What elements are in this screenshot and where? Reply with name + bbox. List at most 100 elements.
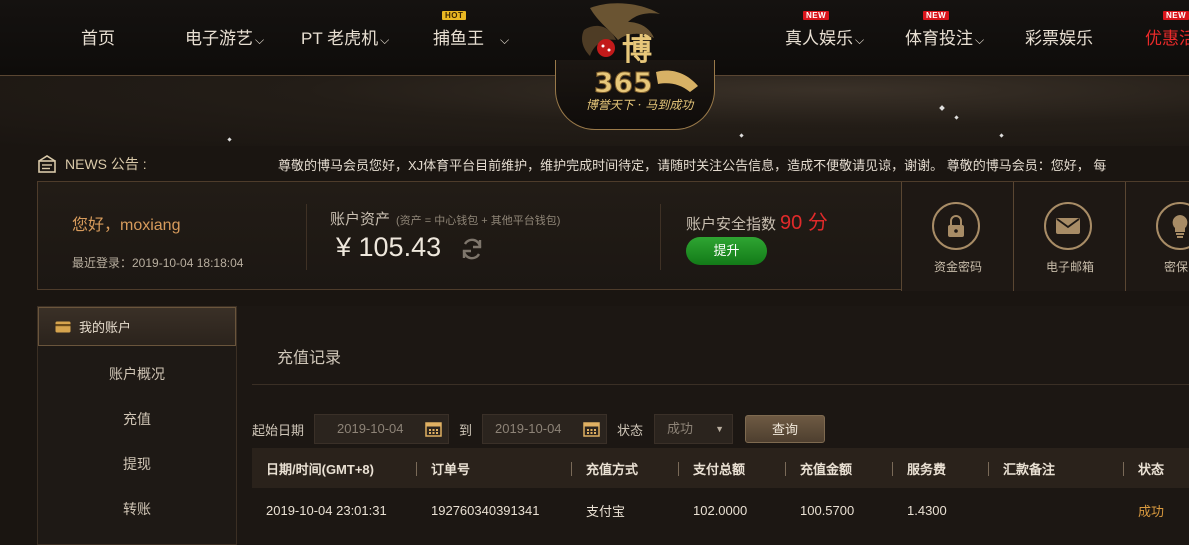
column-header-remark: 汇款备注 bbox=[989, 448, 1124, 488]
nav-lottery[interactable]: 彩票娱乐 bbox=[1025, 24, 1093, 49]
nav-live-casino-label: 真人娱乐 bbox=[785, 29, 853, 48]
dragon-logo-icon: 博 365 bbox=[582, 3, 698, 100]
column-header-method: 充值方式 bbox=[572, 448, 679, 488]
deposit-records-panel: 充值记录 起始日期 2019-10-04 到 2019-10-04 状态 成功 … bbox=[237, 306, 1189, 545]
mail-icon bbox=[1056, 218, 1080, 234]
security-score: 90 分 bbox=[780, 212, 828, 234]
hot-badge: HOT bbox=[442, 11, 467, 20]
end-date-input[interactable]: 2019-10-04 bbox=[482, 414, 608, 444]
chevron-down-icon: ⌵ bbox=[500, 33, 510, 47]
tool-circle bbox=[932, 202, 980, 250]
tool-label: 资金密码 bbox=[933, 260, 982, 274]
asset-title-text: 账户资产 bbox=[330, 211, 391, 228]
lock-icon bbox=[948, 215, 964, 237]
email-tool[interactable]: 电子邮箱 bbox=[1013, 182, 1125, 291]
nav-sports[interactable]: 体育投注 ⌵ bbox=[905, 24, 984, 49]
start-date-label: 起始日期 bbox=[252, 422, 305, 438]
table-header-row: 日期/时间(GMT+8) 订单号 充值方式 支付总额 充值金额 服务费 汇款备注… bbox=[252, 448, 1189, 488]
account-sidebar: 我的账户 账户概况 充值 提现 转账 bbox=[37, 306, 237, 545]
sidebar-item-overview[interactable]: 账户概况 bbox=[38, 352, 236, 397]
security-question-tool[interactable]: 密保问 bbox=[1125, 182, 1189, 291]
nav-promotions-label: 优惠活 bbox=[1145, 29, 1189, 48]
chevron-down-icon: ⌵ bbox=[855, 33, 865, 47]
nav-lottery-label: 彩票娱乐 bbox=[1025, 29, 1093, 48]
security-index: 账户安全指数 90 分 bbox=[686, 206, 828, 235]
cell-service-fee: 1.4300 bbox=[907, 502, 947, 518]
deposit-records-table: 日期/时间(GMT+8) 订单号 充值方式 支付总额 充值金额 服务费 汇款备注… bbox=[252, 448, 1189, 532]
nav-home-label: 首页 bbox=[81, 29, 115, 48]
last-login: 最近登录：2019-10-04 18:18:04 bbox=[72, 256, 244, 270]
calendar-icon[interactable] bbox=[425, 421, 442, 437]
tool-circle bbox=[1044, 202, 1092, 250]
card-icon bbox=[55, 321, 71, 332]
svg-text:365: 365 bbox=[594, 66, 652, 99]
nav-fishing-label: 捕鱼王 bbox=[433, 29, 484, 48]
sparkle-icon bbox=[227, 137, 232, 142]
column-header-order-id: 订单号 bbox=[417, 448, 572, 488]
fund-password-tool[interactable]: 资金密码 bbox=[901, 182, 1013, 291]
nav-pt-slots-label: PT 老虎机 bbox=[301, 29, 379, 48]
chevron-down-icon: ⌵ bbox=[380, 33, 390, 47]
table-row: 2019-10-04 23:01:31 192760340391341 支付宝 … bbox=[252, 488, 1189, 532]
tool-label: 密保问 bbox=[1163, 260, 1189, 274]
chevron-down-icon: ⌵ bbox=[975, 33, 985, 47]
sparkle-icon bbox=[999, 133, 1004, 138]
nav-egames[interactable]: 电子游艺 ⌵ bbox=[185, 24, 264, 49]
status-select-value: 成功 bbox=[667, 421, 694, 436]
sidebar-item-withdraw[interactable]: 提现 bbox=[38, 442, 236, 487]
start-date-value: 2019-10-04 bbox=[337, 421, 404, 436]
start-date-input[interactable]: 2019-10-04 bbox=[314, 414, 450, 444]
cell-order-id: 192760340391341 bbox=[431, 502, 540, 518]
nav-home[interactable]: 首页 bbox=[81, 24, 115, 49]
greeting: 您好，moxiang bbox=[72, 217, 181, 234]
cell-total-paid: 102.0000 bbox=[693, 502, 748, 518]
cell-deposit-amount: 100.5700 bbox=[800, 502, 855, 518]
page-title: 充值记录 bbox=[277, 350, 342, 367]
sidebar-header-label: 我的账户 bbox=[79, 320, 132, 335]
column-header-status: 状态 bbox=[1124, 448, 1189, 488]
status-select[interactable]: 成功 ▼ bbox=[654, 414, 734, 444]
divider bbox=[306, 204, 307, 270]
nav-fishing[interactable]: 捕鱼王 ⌵ bbox=[433, 24, 509, 49]
query-button[interactable]: 查询 bbox=[745, 415, 826, 443]
filter-bar: 起始日期 2019-10-04 到 2019-10-04 状态 成功 ▼ 查询 bbox=[252, 414, 826, 444]
column-header-service-fee: 服务费 bbox=[893, 448, 989, 488]
cell-status: 成功 bbox=[1138, 503, 1165, 519]
account-summary: 您好，moxiang 最近登录：2019-10-04 18:18:04 账户资产… bbox=[37, 181, 1189, 291]
news-marquee[interactable]: 尊敬的博马会员您好，XJ体育平台目前维护，维护完成时间待定，请随时关注公告信息，… bbox=[278, 155, 1106, 174]
nav-egames-label: 电子游艺 bbox=[185, 29, 253, 48]
news-label-text: NEWS 公告 : bbox=[65, 156, 147, 172]
tool-label: 电子邮箱 bbox=[1045, 260, 1094, 274]
sparkle-icon bbox=[939, 105, 945, 111]
caret-down-icon: ▼ bbox=[715, 424, 725, 434]
svg-text:博: 博 bbox=[622, 33, 652, 68]
nav-pt-slots[interactable]: PT 老虎机 ⌵ bbox=[301, 24, 389, 49]
tool-circle bbox=[1156, 202, 1189, 250]
sidebar-item-transfer[interactable]: 转账 bbox=[38, 487, 236, 532]
chevron-down-icon: ⌵ bbox=[255, 33, 265, 47]
to-label: 到 bbox=[459, 422, 473, 438]
sparkle-icon bbox=[739, 133, 744, 138]
sparkle-icon bbox=[954, 115, 959, 120]
column-header-total-paid: 支付总额 bbox=[679, 448, 786, 488]
column-header-deposit-amount: 充值金额 bbox=[786, 448, 893, 488]
new-badge: NEW bbox=[803, 11, 830, 20]
upgrade-button[interactable]: 提升 bbox=[686, 237, 767, 265]
sidebar-header[interactable]: 我的账户 bbox=[38, 307, 236, 346]
end-date-value: 2019-10-04 bbox=[495, 421, 562, 436]
cell-remark bbox=[989, 488, 1124, 532]
news-label: NEWS 公告 : bbox=[37, 154, 147, 174]
new-badge: NEW bbox=[923, 11, 950, 20]
new-badge: NEW bbox=[1163, 11, 1189, 20]
nav-live-casino[interactable]: 真人娱乐 ⌵ bbox=[785, 24, 864, 49]
sidebar-item-deposit[interactable]: 充值 bbox=[38, 397, 236, 442]
nav-promotions[interactable]: 优惠活 bbox=[1145, 24, 1189, 49]
calendar-icon[interactable] bbox=[583, 421, 600, 437]
status-label: 状态 bbox=[617, 422, 644, 438]
nav-sports-label: 体育投注 bbox=[905, 29, 973, 48]
column-header-datetime: 日期/时间(GMT+8) bbox=[252, 448, 417, 488]
divider bbox=[660, 204, 661, 270]
cell-datetime: 2019-10-04 23:01:31 bbox=[266, 502, 387, 518]
asset-title: 账户资产 (资产 = 中心钱包 + 其他平台钱包) bbox=[330, 208, 560, 229]
refresh-icon[interactable] bbox=[460, 237, 484, 261]
